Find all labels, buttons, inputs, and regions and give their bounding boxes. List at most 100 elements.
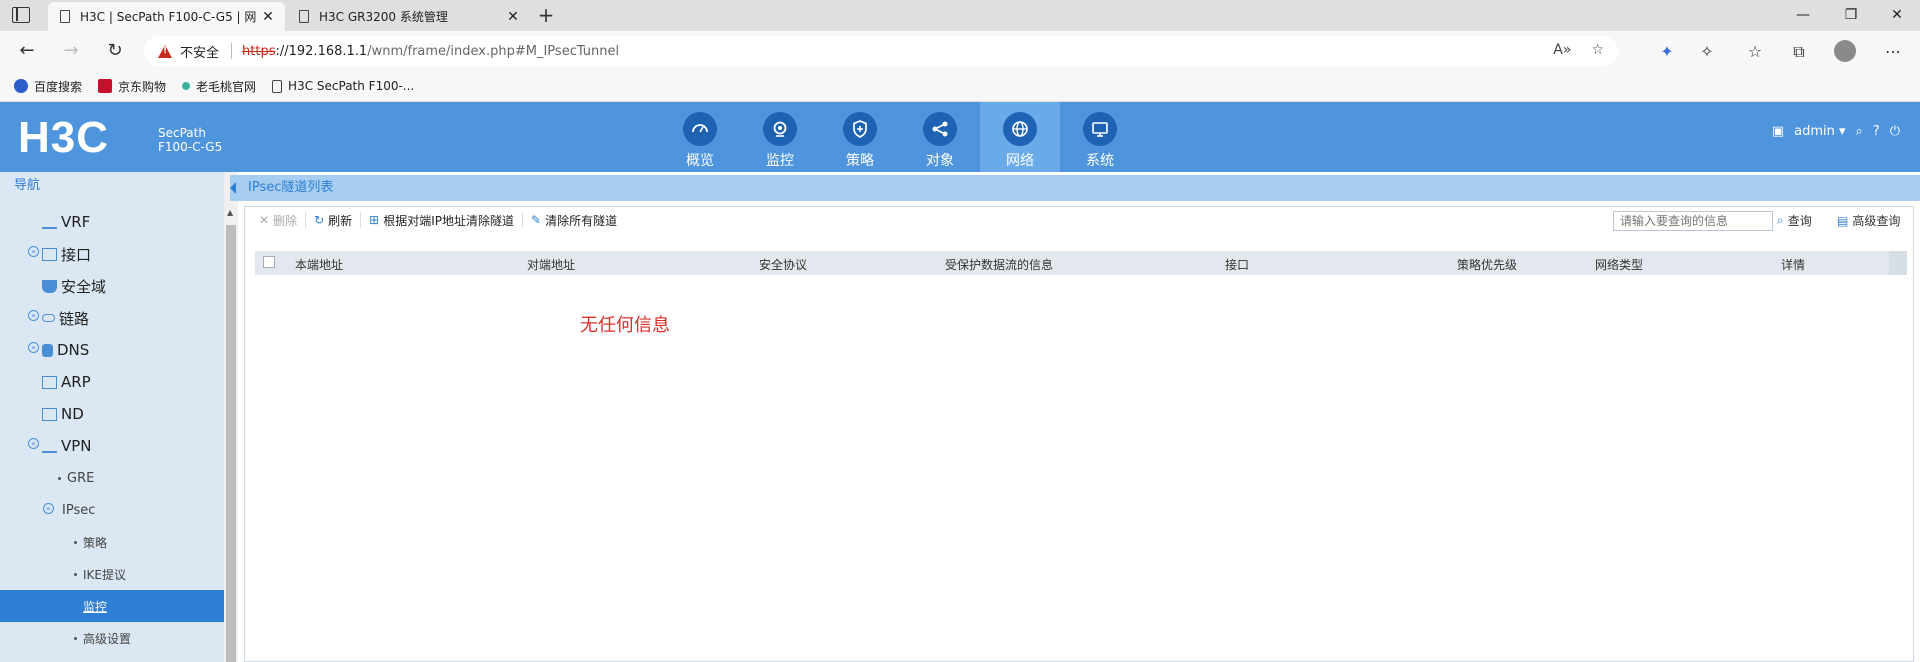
expand-icon[interactable]: »: [28, 310, 39, 321]
module-system[interactable]: 系统: [1060, 102, 1140, 172]
sidebar-item-label: DNS: [57, 341, 90, 359]
sidebar-item-ipsec[interactable]: « IPsec: [0, 494, 224, 526]
bullet-icon: [58, 476, 61, 480]
favorites-icon[interactable]: ☆: [1742, 39, 1768, 65]
sidebar-item-ike-proposal[interactable]: IKE提议: [0, 558, 224, 590]
column-header[interactable]: 受保护数据流的信息: [945, 256, 1053, 273]
url-field[interactable]: 不安全 https ://192.168.1.1 /wnm/frame/inde…: [144, 36, 1618, 66]
collapse-icon[interactable]: «: [28, 438, 39, 449]
browser-tab[interactable]: H3C GR3200 系统管理 ✕: [287, 2, 530, 31]
module-monitor[interactable]: 监控: [740, 102, 820, 172]
clear-by-peer-button[interactable]: ⊞ 根据对端IP地址清除隧道: [361, 212, 523, 228]
vpn-icon: [42, 440, 57, 453]
search-label: 查询: [1787, 214, 1812, 228]
column-header[interactable]: 安全协议: [759, 256, 807, 273]
search-button[interactable]: ⌕ 查询: [1777, 212, 1812, 229]
new-tab-button[interactable]: +: [533, 4, 559, 28]
expand-icon[interactable]: »: [28, 342, 39, 353]
bookmark-label: 京东购物: [118, 79, 167, 94]
browser-tab-active[interactable]: H3C | SecPath F100-C-G5 | 网络( ✕: [48, 2, 285, 31]
close-window-button[interactable]: ✕: [1874, 0, 1920, 31]
bookmark-item[interactable]: 百度搜索: [14, 78, 82, 95]
user-menu[interactable]: admin ▾: [1794, 124, 1845, 139]
help-icon[interactable]: ?: [1873, 124, 1880, 139]
module-label: 系统: [1086, 153, 1114, 169]
sidebar-item-gre[interactable]: GRE: [0, 462, 224, 494]
save-icon[interactable]: ▣: [1772, 124, 1784, 139]
column-header[interactable]: 网络类型: [1595, 256, 1643, 273]
column-header[interactable]: 对端地址: [527, 256, 575, 273]
tab-actions-icon[interactable]: [12, 7, 30, 23]
select-all-checkbox[interactable]: [263, 256, 275, 268]
sidebar-item-security-zone[interactable]: 安全域: [0, 270, 224, 302]
sidebar-item-vpn[interactable]: « VPN: [0, 430, 224, 462]
sidebar-item-interface[interactable]: » 接口: [0, 238, 224, 270]
module-network[interactable]: 网络: [980, 102, 1060, 172]
advanced-search-button[interactable]: ▤ 高级查询: [1837, 212, 1900, 229]
sidebar-item-advanced-settings[interactable]: 高级设置: [0, 622, 224, 654]
collections-icon[interactable]: ⧉: [1786, 39, 1812, 65]
delete-button[interactable]: ✕ 删除: [251, 212, 307, 228]
module-object[interactable]: 对象: [900, 102, 980, 172]
sidebar-item-link[interactable]: » 链路: [0, 302, 224, 334]
sidebar-item-nd[interactable]: ND: [0, 398, 224, 430]
favorite-add-icon[interactable]: ☆: [1591, 42, 1604, 58]
eraser-icon: ✎: [531, 213, 542, 227]
sidebar-item-label: 高级设置: [83, 631, 132, 646]
sidebar-item-ipsec-policy[interactable]: 策略: [0, 526, 224, 558]
expand-icon[interactable]: »: [28, 246, 39, 257]
column-header[interactable]: 接口: [1225, 256, 1249, 273]
module-policy[interactable]: 策略: [820, 102, 900, 172]
sidebar-scroll-thumb[interactable]: [226, 225, 236, 662]
back-arrow-icon[interactable]: ←: [14, 39, 40, 65]
module-label: 网络: [1006, 153, 1034, 169]
sidebar-item-label: IKE提议: [83, 567, 126, 582]
tab-title: H3C GR3200 系统管理: [319, 10, 448, 24]
logout-icon[interactable]: ⏻: [1890, 124, 1900, 139]
more-menu-icon[interactable]: ⋯: [1880, 39, 1906, 65]
bookmark-item[interactable]: 老毛桃官网: [182, 78, 256, 95]
bookmark-item[interactable]: 京东购物: [98, 78, 166, 95]
read-aloud-icon[interactable]: A»: [1553, 42, 1571, 58]
tab-close-icon[interactable]: ✕: [502, 9, 524, 25]
tab-title: H3C | SecPath F100-C-G5 | 网络(: [80, 10, 257, 24]
bookmark-item[interactable]: H3C SecPath F100-...: [272, 79, 414, 93]
module-label: 策略: [846, 153, 874, 169]
collapse-icon[interactable]: «: [43, 503, 54, 514]
column-header[interactable]: 策略优先级: [1457, 256, 1517, 273]
model-line-1: SecPath: [158, 126, 206, 140]
tab-close-icon[interactable]: ✕: [257, 9, 279, 25]
sidebar-item-label: 安全域: [61, 277, 107, 296]
sidebar-item-dns[interactable]: » DNS: [0, 334, 224, 366]
bullet-icon: [74, 636, 77, 640]
column-header[interactable]: 详情: [1781, 256, 1805, 273]
search-input[interactable]: [1613, 211, 1773, 231]
clear-all-label: 清除所有隧道: [545, 213, 618, 228]
refresh-button[interactable]: ↻ 刷新: [306, 212, 362, 228]
sidebar-item-arp[interactable]: ARP: [0, 366, 224, 398]
column-header[interactable]: 本端地址: [295, 256, 343, 273]
sidebar-item-label: 接口: [61, 245, 92, 264]
clear-all-button[interactable]: ✎ 清除所有隧道: [523, 212, 625, 228]
module-overview[interactable]: 概览: [660, 102, 740, 172]
share-icon: [923, 112, 957, 146]
sidebar-item-label: VPN: [61, 437, 92, 455]
security-label[interactable]: 不安全: [180, 42, 219, 61]
restore-button[interactable]: ❐: [1828, 0, 1874, 31]
sidebar-item-vrf[interactable]: VRF: [0, 206, 224, 238]
clear-by-peer-label: 根据对端IP地址清除隧道: [383, 213, 514, 228]
sidebar-item-ipsec-monitor[interactable]: 监控: [0, 590, 224, 622]
url-divider: [231, 43, 233, 59]
search-icon[interactable]: ⌕: [1856, 124, 1863, 139]
monitor-icon: [1083, 112, 1117, 146]
extensions-icon[interactable]: ✧: [1694, 39, 1720, 65]
reload-icon[interactable]: ↻: [102, 39, 128, 65]
collapse-sidebar-icon[interactable]: [230, 182, 236, 194]
minimize-button[interactable]: —: [1780, 0, 1826, 31]
interface-icon: [42, 247, 57, 261]
forward-arrow-icon[interactable]: →: [58, 39, 84, 65]
scroll-up-icon[interactable]: ▲: [227, 208, 233, 217]
extension-badge-icon[interactable]: ✦: [1654, 39, 1680, 65]
device-model: SecPath F100-C-G5: [158, 126, 222, 154]
profile-avatar[interactable]: [1834, 40, 1856, 62]
